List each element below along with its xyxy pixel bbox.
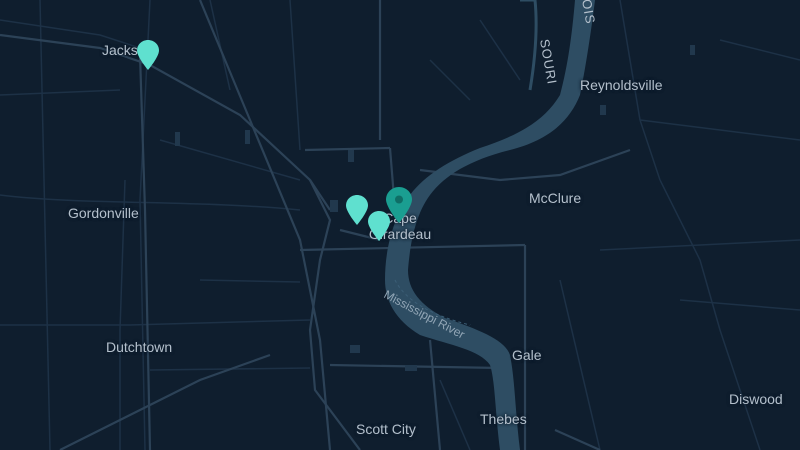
selected-location-pin[interactable] [386,187,412,223]
place-label-mcclure: McClure [529,190,582,206]
location-pin[interactable] [137,40,159,70]
place-label-gale: Gale [512,347,542,363]
place-label-gordonville: Gordonville [68,205,139,221]
major-roads [0,0,631,450]
place-label-thebes: Thebes [480,411,527,427]
place-label-dutchtown: Dutchtown [106,339,173,355]
location-pin[interactable] [346,195,368,225]
missouri-label: SOURI [537,38,560,86]
place-label-scott-city: Scott City [356,421,416,437]
place-label-diswood: Diswood [729,391,783,407]
map-view[interactable]: Mississippi River SOURI OIS Jackson Gord… [0,0,800,450]
place-label-reynoldsville: Reynoldsville [580,77,663,93]
